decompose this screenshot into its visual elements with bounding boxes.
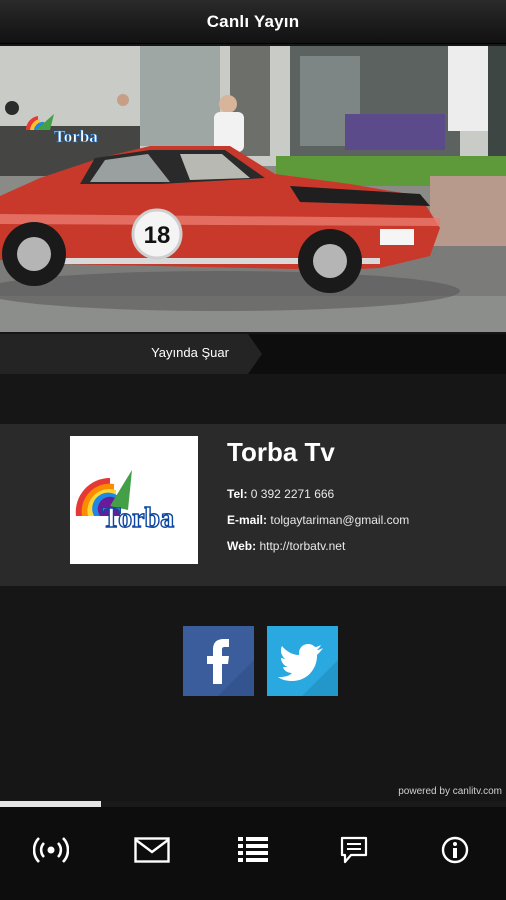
info-icon <box>442 836 469 863</box>
live-broadcast-icon <box>32 836 69 863</box>
nav-live-button[interactable] <box>21 820 81 880</box>
nav-list-button[interactable] <box>223 820 283 880</box>
email-label: E-mail: <box>227 513 268 527</box>
facebook-button[interactable] <box>183 626 254 696</box>
car-number-label: 18 <box>144 222 171 249</box>
email-value[interactable]: tolgaytariman@gmail.com <box>270 513 409 527</box>
facebook-icon <box>207 639 254 696</box>
channel-watermark-logo: Torba <box>24 110 98 148</box>
web-label: Web: <box>227 539 257 553</box>
title-bar: Canlı Yayın <box>0 0 506 44</box>
email-line: E-mail: tolgaytariman@gmail.com <box>227 513 409 527</box>
tel-label: Tel: <box>227 487 248 501</box>
twitter-icon <box>278 644 338 696</box>
channel-logo-text: Torba <box>102 503 174 534</box>
tel-line: Tel: 0 392 2271 666 <box>227 487 334 501</box>
now-playing-label: Yayında Şuar <box>151 345 229 360</box>
web-line: Web: http://torbatv.net <box>227 539 345 553</box>
mail-icon <box>134 836 170 863</box>
powered-by-text[interactable]: powered by canlitv.com <box>398 786 502 797</box>
twitter-button[interactable] <box>267 626 338 696</box>
list-icon <box>237 836 268 862</box>
comment-icon <box>341 836 368 863</box>
channel-logo: Torba <box>70 436 198 564</box>
channel-name: Torba Tv <box>227 437 335 467</box>
page-title: Canlı Yayın <box>206 11 300 31</box>
video-player[interactable]: 18 Torba <box>0 46 506 332</box>
web-value[interactable]: http://torbatv.net <box>259 539 345 553</box>
video-frame-image: 18 <box>0 46 506 332</box>
nav-mail-button[interactable] <box>122 820 182 880</box>
nav-info-button[interactable] <box>425 820 485 880</box>
tel-value[interactable]: 0 392 2271 666 <box>251 487 334 501</box>
nav-comment-button[interactable] <box>324 820 384 880</box>
bottom-nav <box>0 807 506 900</box>
watermark-text: Torba <box>54 127 98 146</box>
